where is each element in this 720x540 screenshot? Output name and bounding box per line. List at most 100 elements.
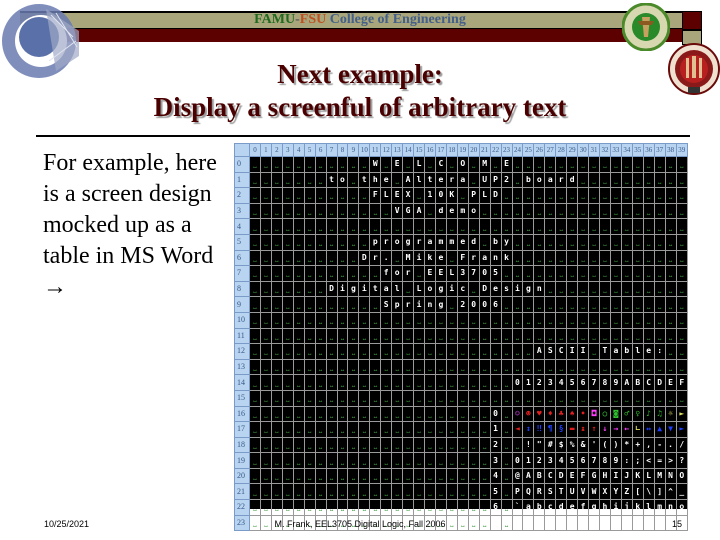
table-cell: ˽ bbox=[270, 436, 283, 454]
table-cell: ˽ bbox=[358, 499, 371, 516]
table-cell: ˽ bbox=[445, 374, 458, 391]
table-cell: ˽ bbox=[402, 467, 415, 485]
table-cell: ˽ bbox=[620, 187, 633, 204]
table-cell: ˽ bbox=[511, 171, 524, 189]
table-cell: ˽ bbox=[620, 389, 633, 407]
table-cell: ˽ bbox=[413, 327, 425, 345]
table-cell: 5 bbox=[489, 483, 502, 501]
table-cell: ˽ bbox=[380, 452, 393, 469]
column-header: 6 bbox=[314, 143, 327, 157]
table-cell: ˽ bbox=[588, 156, 600, 173]
table-cell: ˽ bbox=[434, 311, 447, 329]
table-cell: ˽ bbox=[478, 389, 491, 407]
table-cell: ˽ bbox=[336, 389, 349, 407]
table-cell: E bbox=[424, 265, 436, 282]
table-cell: D bbox=[489, 187, 502, 204]
table-row: 0 ˽ ˽ ˽ ˽ ˽ ˽ ˽ ˽ ˽ ˽ ˽ W ˽ E ˽ L ˽ C ˽ O ˽ M ˽ E ˽ ˽ ˽ ˽ ˽ ˽ ˽ ˽ ˽ ˽ ˽ ˽ ˽ ˽ ˽… bbox=[234, 156, 689, 173]
table-cell: ˽ bbox=[445, 218, 458, 235]
table-cell: ˽ bbox=[675, 296, 689, 313]
table-cell: ˽ bbox=[664, 296, 677, 313]
table-cell: ˽ bbox=[347, 156, 360, 173]
table-cell: ˽ bbox=[325, 187, 338, 204]
table-cell: ˽ bbox=[314, 467, 327, 485]
table-cell: ˽ bbox=[588, 249, 600, 267]
table-cell: 8 bbox=[599, 452, 611, 469]
table-cell: K bbox=[631, 467, 644, 485]
table-cell: ˽ bbox=[588, 343, 600, 360]
column-header: 21 bbox=[478, 143, 491, 157]
table-cell: ˽ bbox=[391, 483, 404, 501]
table-cell: ˽ bbox=[391, 358, 404, 376]
table-cell: ○ bbox=[599, 405, 611, 423]
table-cell: ˽ bbox=[500, 405, 513, 423]
table-cell: I bbox=[566, 343, 579, 360]
table-cell: ˽ bbox=[281, 233, 294, 251]
table-cell: ˽ bbox=[500, 374, 513, 391]
table-cell: t bbox=[369, 280, 382, 298]
table-cell: ˽ bbox=[281, 249, 294, 267]
table-cell: ˽ bbox=[314, 218, 327, 235]
column-header: 14 bbox=[402, 143, 415, 157]
table-cell: ˽ bbox=[369, 389, 382, 407]
table-cell: ˽ bbox=[336, 421, 349, 438]
table-cell: ˽ bbox=[500, 296, 513, 313]
table-cell: ˽ bbox=[380, 499, 393, 516]
table-cell: ˽ bbox=[566, 389, 579, 407]
table-cell: ˽ bbox=[380, 311, 393, 329]
table-cell: / bbox=[675, 436, 689, 454]
table-cell: 6 bbox=[489, 499, 502, 516]
table-cell: ˽ bbox=[522, 218, 535, 235]
table-cell: ˽ bbox=[555, 265, 568, 282]
table-cell: ˽ bbox=[642, 202, 655, 220]
table-cell: ˽ bbox=[544, 249, 557, 267]
column-header: 33 bbox=[609, 143, 622, 157]
table-cell: ˽ bbox=[478, 483, 491, 501]
table-cell: ˽ bbox=[391, 374, 404, 391]
table-cell: ˽ bbox=[413, 311, 425, 329]
table-cell: ˽ bbox=[489, 343, 502, 360]
table-cell: ˽ bbox=[358, 233, 371, 251]
table-cell: ˽ bbox=[445, 358, 458, 376]
table-cell: ˽ bbox=[511, 358, 524, 376]
table-cell: 0 bbox=[434, 187, 447, 204]
table-cell: ˽ bbox=[303, 421, 316, 438]
table-cell: ˽ bbox=[642, 296, 655, 313]
table-cell: ˽ bbox=[314, 374, 327, 391]
table-cell: ˽ bbox=[270, 374, 283, 391]
table-cell: o bbox=[391, 233, 404, 251]
table-cell: ˽ bbox=[555, 156, 568, 173]
table-cell: ˽ bbox=[314, 171, 327, 189]
table-cell: ˽ bbox=[314, 483, 327, 501]
header-fsu: FSU bbox=[299, 12, 327, 27]
table-cell: ˽ bbox=[314, 405, 327, 423]
column-header: 39 bbox=[675, 143, 689, 157]
table-cell: ˽ bbox=[347, 187, 360, 204]
table-cell: ˽ bbox=[631, 171, 644, 189]
table-cell: ˽ bbox=[675, 202, 689, 220]
table-cell: ˽ bbox=[402, 358, 415, 376]
table-cell: ˽ bbox=[631, 249, 644, 267]
table-cell: ˽ bbox=[653, 202, 666, 220]
table-cell: M bbox=[402, 249, 415, 267]
table-cell: ˽ bbox=[270, 389, 283, 407]
table-row: 7 ˽ ˽ ˽ ˽ ˽ ˽ ˽ ˽ ˽ ˽ ˽ ˽ f o r ˽ E E L 3 7 0 5 ˽ ˽ ˽ ˽ ˽ ˽ ˽ ˽ ˽ ˽ ˽ ˽ ˽ ˽ ˽ ˽… bbox=[234, 265, 689, 282]
table-cell: i bbox=[609, 499, 622, 516]
table-cell: E bbox=[391, 187, 404, 204]
table-cell: V bbox=[577, 483, 590, 501]
table-cell: _ bbox=[675, 483, 689, 501]
table-cell: ˽ bbox=[599, 389, 611, 407]
table-cell: ˽ bbox=[303, 280, 316, 298]
table-cell: ˽ bbox=[434, 483, 447, 501]
table-cell: ˽ bbox=[424, 389, 436, 407]
table-cell: O bbox=[675, 467, 689, 485]
table-cell: a bbox=[456, 171, 469, 189]
table-cell: ˽ bbox=[391, 405, 404, 423]
table-cell: ˽ bbox=[270, 296, 283, 313]
table-cell: ˽ bbox=[511, 389, 524, 407]
table-cell: ˽ bbox=[369, 499, 382, 516]
table-cell: ˽ bbox=[336, 405, 349, 423]
table-cell: ˽ bbox=[566, 187, 579, 204]
column-header: 12 bbox=[380, 143, 393, 157]
table-cell: ˽ bbox=[325, 202, 338, 220]
table-cell: ˽ bbox=[413, 389, 425, 407]
